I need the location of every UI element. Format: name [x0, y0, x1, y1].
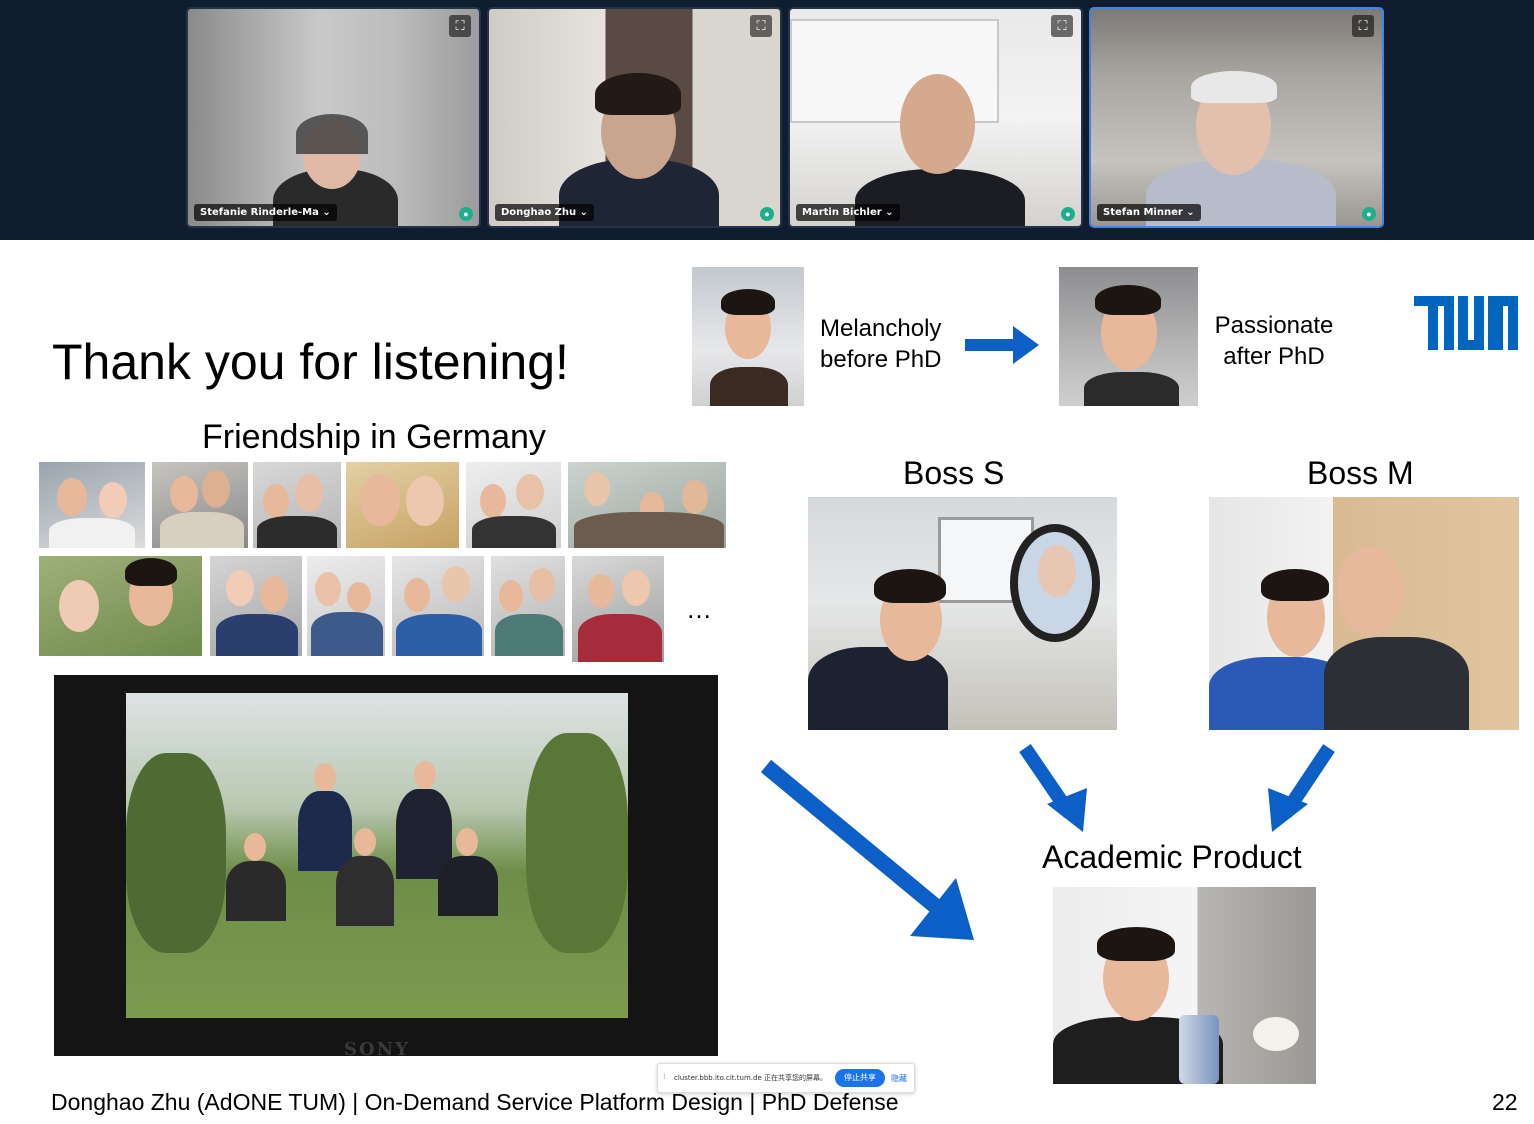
participant-tile-3[interactable]: ⛶ Martin Bichler ⌄ ● — [788, 7, 1083, 228]
academic-product-label: Academic Product — [1042, 839, 1302, 875]
passionate-label: Passionate after PhD — [1210, 310, 1338, 372]
chevron-down-icon: ⌄ — [322, 207, 331, 218]
microphone-icon: ● — [459, 207, 473, 221]
photo-before-phd — [692, 267, 804, 406]
arrow-right-icon — [965, 326, 1039, 364]
microphone-icon: ● — [760, 207, 774, 221]
microphone-icon: ● — [1362, 207, 1376, 221]
camera-brand: SONY — [344, 1039, 410, 1056]
name-text: Stefanie Rinderle-Ma — [200, 207, 319, 218]
photo-after-phd — [1059, 267, 1198, 406]
passionate-line: Passionate — [1214, 312, 1334, 339]
piggy-bank — [1253, 1017, 1299, 1051]
screen-share-notification: ⁞ cluster.bbb.ito.cit.tum.de 正在共享您的屏幕。 停… — [657, 1063, 915, 1093]
friend-photo — [568, 462, 726, 548]
expand-icon[interactable]: ⛶ — [449, 15, 471, 37]
participant-name[interactable]: Donghao Zhu ⌄ — [495, 204, 595, 221]
stop-sharing-button[interactable]: 停止共享 — [835, 1069, 885, 1087]
photo-boss-s — [808, 497, 1117, 730]
arrow-diagonal-icon — [760, 760, 974, 940]
tum-logo — [1414, 296, 1518, 350]
slide-title: Thank you for listening! — [52, 334, 569, 390]
chevron-down-icon: ⌄ — [1186, 207, 1195, 218]
participant-tile-1[interactable]: ⛶ Stefanie Rinderle-Ma ⌄ ● — [186, 7, 481, 228]
participant-tile-2[interactable]: ⛶ Donghao Zhu ⌄ ● — [487, 7, 782, 228]
microphone-icon: ● — [1061, 207, 1075, 221]
chevron-down-icon: ⌄ — [579, 207, 589, 218]
boss-m-label: Boss M — [1307, 455, 1414, 491]
friend-photo — [39, 462, 145, 548]
friend-photo — [466, 462, 561, 548]
friend-photo — [346, 462, 459, 548]
expand-icon[interactable]: ⛶ — [750, 15, 772, 37]
boss-s-label: Boss S — [903, 455, 1005, 491]
friend-photo — [253, 462, 341, 548]
photo-boss-m — [1209, 497, 1519, 730]
person-hair — [595, 73, 681, 115]
share-message: cluster.bbb.ito.cit.tum.de 正在共享您的屏幕。 — [674, 1074, 827, 1082]
friend-photo — [491, 556, 565, 656]
after-phd-line: after PhD — [1223, 343, 1325, 370]
name-text: Martin Bichler — [802, 207, 882, 218]
participant-name[interactable]: Stefanie Rinderle-Ma ⌄ — [194, 204, 337, 221]
friend-photo — [210, 556, 302, 656]
friend-photo — [152, 462, 248, 548]
page-number: 22 — [1492, 1089, 1518, 1115]
group-photo-screen — [126, 693, 628, 1018]
person-hair — [1191, 71, 1277, 103]
participant-name[interactable]: Stefan Minner ⌄ — [1097, 204, 1201, 221]
friend-photo — [572, 556, 664, 662]
name-text: Donghao Zhu — [501, 207, 577, 218]
video-conference-bar: ⛶ Stefanie Rinderle-Ma ⌄ ● ⛶ Donghao Zhu… — [0, 0, 1534, 240]
participant-tile-4[interactable]: ⛶ Stefan Minner ⌄ ● — [1089, 7, 1384, 228]
person-face — [900, 74, 975, 174]
arrow-down-left-icon — [1268, 744, 1335, 832]
hide-button[interactable]: 隐藏 — [891, 1073, 907, 1084]
melancholy-label: Melancholy before PhD — [820, 313, 941, 375]
friendship-heading: Friendship in Germany — [202, 418, 546, 456]
slide-footer: Donghao Zhu (AdONE TUM) | On-Demand Serv… — [51, 1089, 899, 1115]
photo-academic-product — [1053, 887, 1316, 1084]
expand-icon[interactable]: ⛶ — [1051, 15, 1073, 37]
drag-handle-icon[interactable]: ⁞ — [663, 1072, 666, 1081]
participant-name[interactable]: Martin Bichler ⌄ — [796, 204, 900, 221]
name-text: Stefan Minner — [1103, 207, 1183, 218]
group-photo-camera: SONY — [54, 675, 718, 1056]
more-ellipsis: … — [686, 594, 712, 624]
headset-icon — [296, 114, 368, 154]
friend-photo — [307, 556, 385, 656]
friend-photo — [392, 556, 484, 656]
chevron-down-icon: ⌄ — [885, 207, 894, 218]
melancholy-line: Melancholy — [820, 315, 942, 342]
friend-photo — [39, 556, 202, 656]
beer-can — [1179, 1015, 1219, 1084]
before-phd-line: before PhD — [820, 346, 942, 373]
expand-icon[interactable]: ⛶ — [1352, 15, 1374, 37]
arrow-down-right-icon — [1019, 744, 1087, 832]
